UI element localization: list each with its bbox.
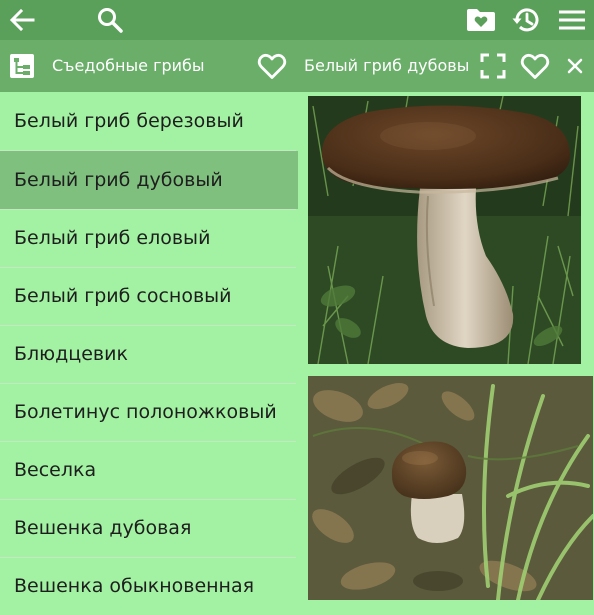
list-item[interactable]: Белый гриб сосновый	[0, 267, 298, 325]
favorite-category-heart-icon[interactable]	[254, 50, 290, 82]
mushroom-photo-top	[308, 96, 581, 364]
list-item[interactable]: Белый гриб березовый	[0, 92, 298, 150]
folder-heart-icon[interactable]	[464, 4, 498, 36]
list-item[interactable]: Болетинус полоножковый	[0, 383, 298, 441]
history-icon[interactable]	[509, 3, 543, 37]
list-item[interactable]: Вешенка обыкновенная	[0, 557, 298, 615]
menu-icon[interactable]	[555, 4, 589, 36]
mushroom-photo-bottom	[308, 376, 593, 600]
top-toolbar	[0, 0, 594, 40]
list-item[interactable]: Вешенка дубовая	[0, 499, 298, 557]
list-item[interactable]: Белый гриб еловый	[0, 209, 298, 267]
list-item-selected[interactable]: Белый гриб дубовый	[0, 151, 298, 209]
item-title: Белый гриб дубовы	[304, 56, 470, 75]
list-item[interactable]: Веселка	[0, 441, 298, 499]
search-icon[interactable]	[94, 4, 126, 36]
category-title[interactable]: Съедобные грибы	[52, 40, 205, 92]
back-arrow-icon[interactable]	[6, 4, 38, 36]
favorite-item-heart-icon[interactable]	[517, 50, 553, 82]
fullscreen-icon[interactable]	[477, 50, 509, 82]
tree-structure-icon[interactable]	[6, 50, 38, 82]
list-item[interactable]: Блюдцевик	[0, 325, 298, 383]
close-icon[interactable]	[562, 52, 588, 80]
